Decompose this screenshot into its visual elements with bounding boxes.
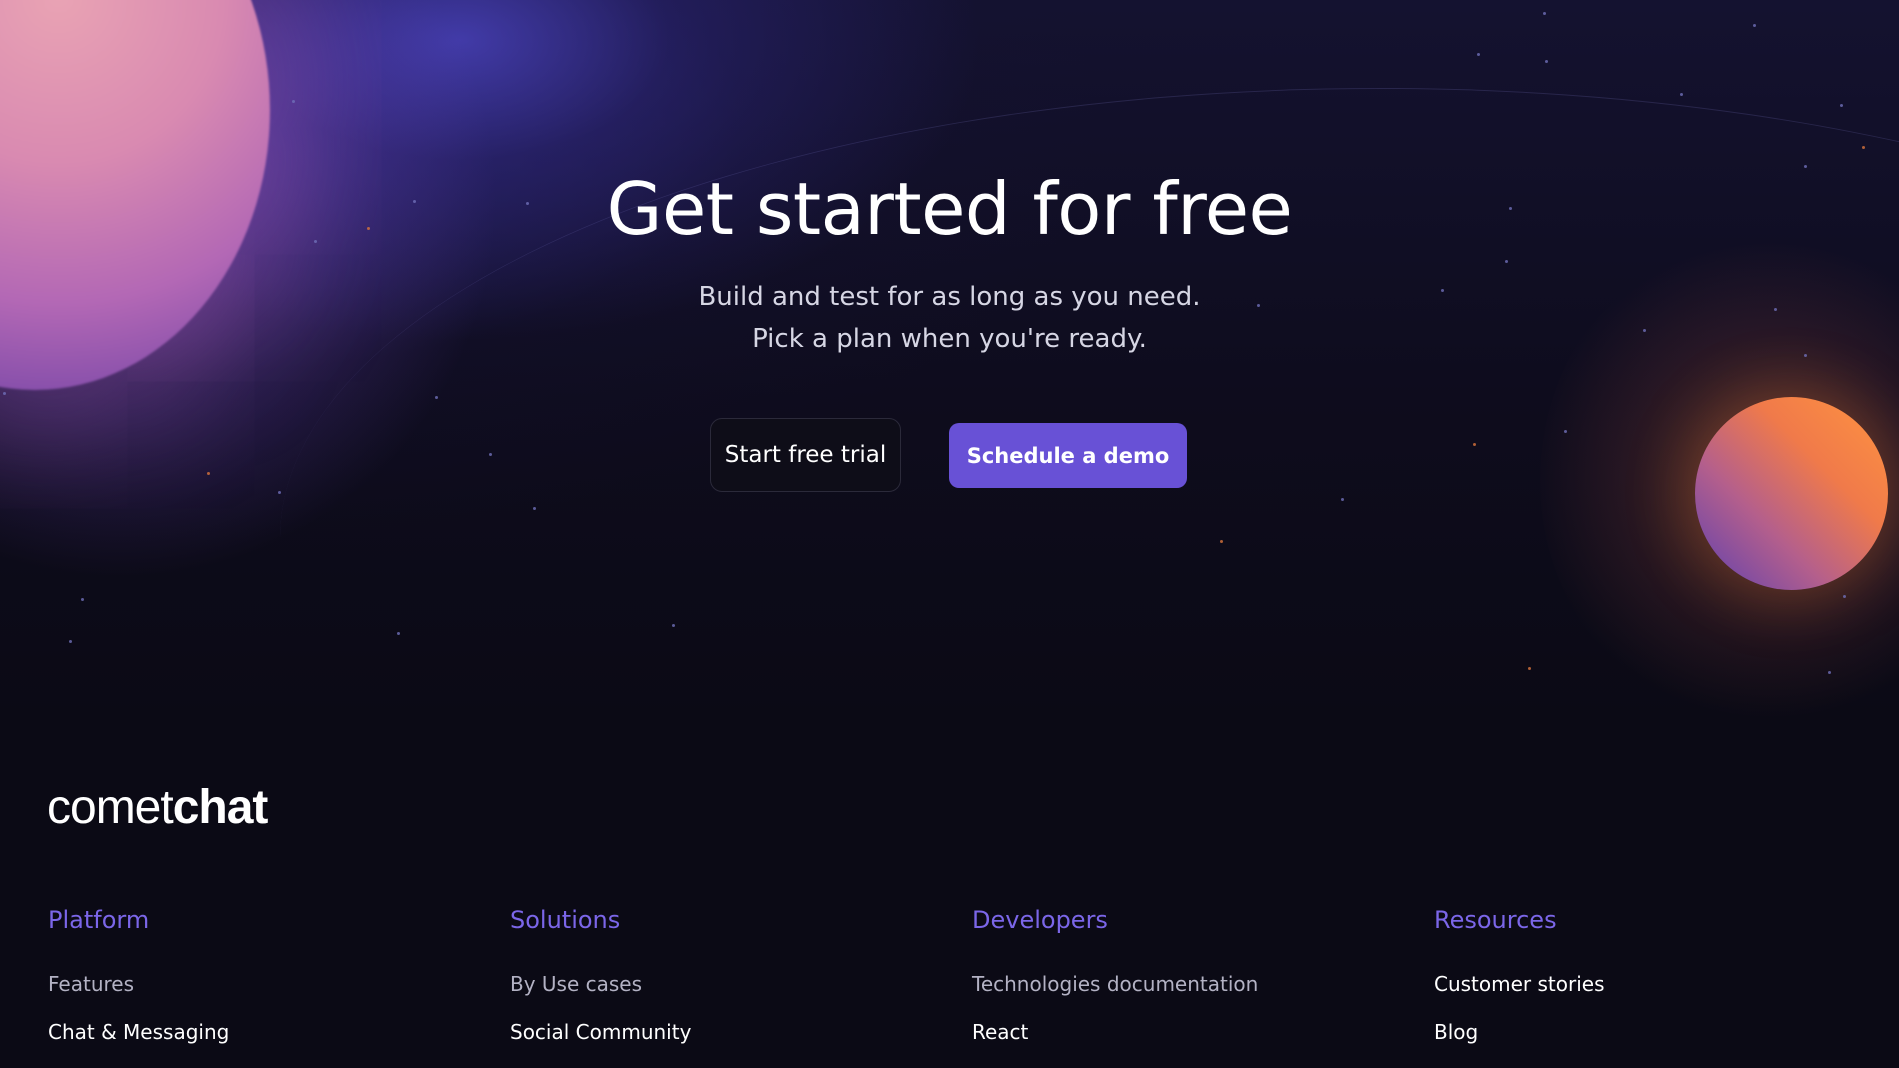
star [489, 453, 492, 456]
start-free-trial-button[interactable]: Start free trial [710, 418, 901, 492]
star [207, 472, 210, 475]
footer-list: Features Chat & Messaging [48, 960, 468, 1056]
footer-link-social-community[interactable]: Social Community [510, 1008, 930, 1056]
star [1543, 12, 1546, 15]
logo-text-comet: comet [47, 781, 174, 834]
logo-text-chat: chat [172, 781, 269, 834]
star [672, 624, 675, 627]
footer-list: Customer stories Blog [1434, 960, 1854, 1056]
star [1680, 93, 1683, 96]
hero-subtitle: Build and test for as long as you need. … [0, 276, 1899, 360]
star [3, 392, 6, 395]
footer-link-features[interactable]: Features [48, 960, 468, 1008]
hero-subtitle-line2: Pick a plan when you're ready. [752, 324, 1147, 354]
footer-heading-solutions: Solutions [510, 906, 621, 934]
hero-section: Get started for free Build and test for … [0, 0, 1899, 720]
star [1473, 443, 1476, 446]
footer-link-react[interactable]: React [972, 1008, 1392, 1056]
orange-planet-graphic [1695, 397, 1888, 590]
page: Get started for free Build and test for … [0, 0, 1899, 1068]
star [1545, 60, 1548, 63]
star [69, 640, 72, 643]
footer-heading-developers: Developers [972, 906, 1108, 934]
star [278, 491, 281, 494]
star [1505, 260, 1508, 263]
star [435, 396, 438, 399]
footer-link-blog[interactable]: Blog [1434, 1008, 1854, 1056]
footer-heading-resources: Resources [1434, 906, 1557, 934]
star [1843, 595, 1846, 598]
star [1341, 498, 1344, 501]
footer-list: Technologies documentation React [972, 960, 1392, 1056]
cometchat-logo[interactable]: cometchat [47, 780, 269, 835]
footer-column-developers: Developers Technologies documentation Re… [972, 900, 1392, 1056]
footer-link-by-use-cases[interactable]: By Use cases [510, 960, 930, 1008]
schedule-demo-button[interactable]: Schedule a demo [949, 423, 1187, 488]
star [292, 100, 295, 103]
star [397, 632, 400, 635]
footer-column-platform: Platform Features Chat & Messaging [48, 900, 468, 1056]
star [1828, 671, 1831, 674]
footer-link-chat-messaging[interactable]: Chat & Messaging [48, 1008, 468, 1056]
footer-column-resources: Resources Customer stories Blog [1434, 900, 1854, 1056]
footer-list: By Use cases Social Community [510, 960, 930, 1056]
footer-column-solutions: Solutions By Use cases Social Community [510, 900, 930, 1056]
footer-link-customer-stories[interactable]: Customer stories [1434, 960, 1854, 1008]
star [1564, 430, 1567, 433]
star [81, 598, 84, 601]
footer-link-technologies-documentation[interactable]: Technologies documentation [972, 960, 1392, 1008]
hero-title: Get started for free [606, 167, 1293, 251]
star [1840, 104, 1843, 107]
star [1528, 667, 1531, 670]
star [1753, 24, 1756, 27]
hero-subtitle-line1: Build and test for as long as you need. [698, 282, 1201, 312]
star [1477, 53, 1480, 56]
star [533, 507, 536, 510]
star [1220, 540, 1223, 543]
footer-heading-platform: Platform [48, 906, 150, 934]
star [1862, 146, 1865, 149]
